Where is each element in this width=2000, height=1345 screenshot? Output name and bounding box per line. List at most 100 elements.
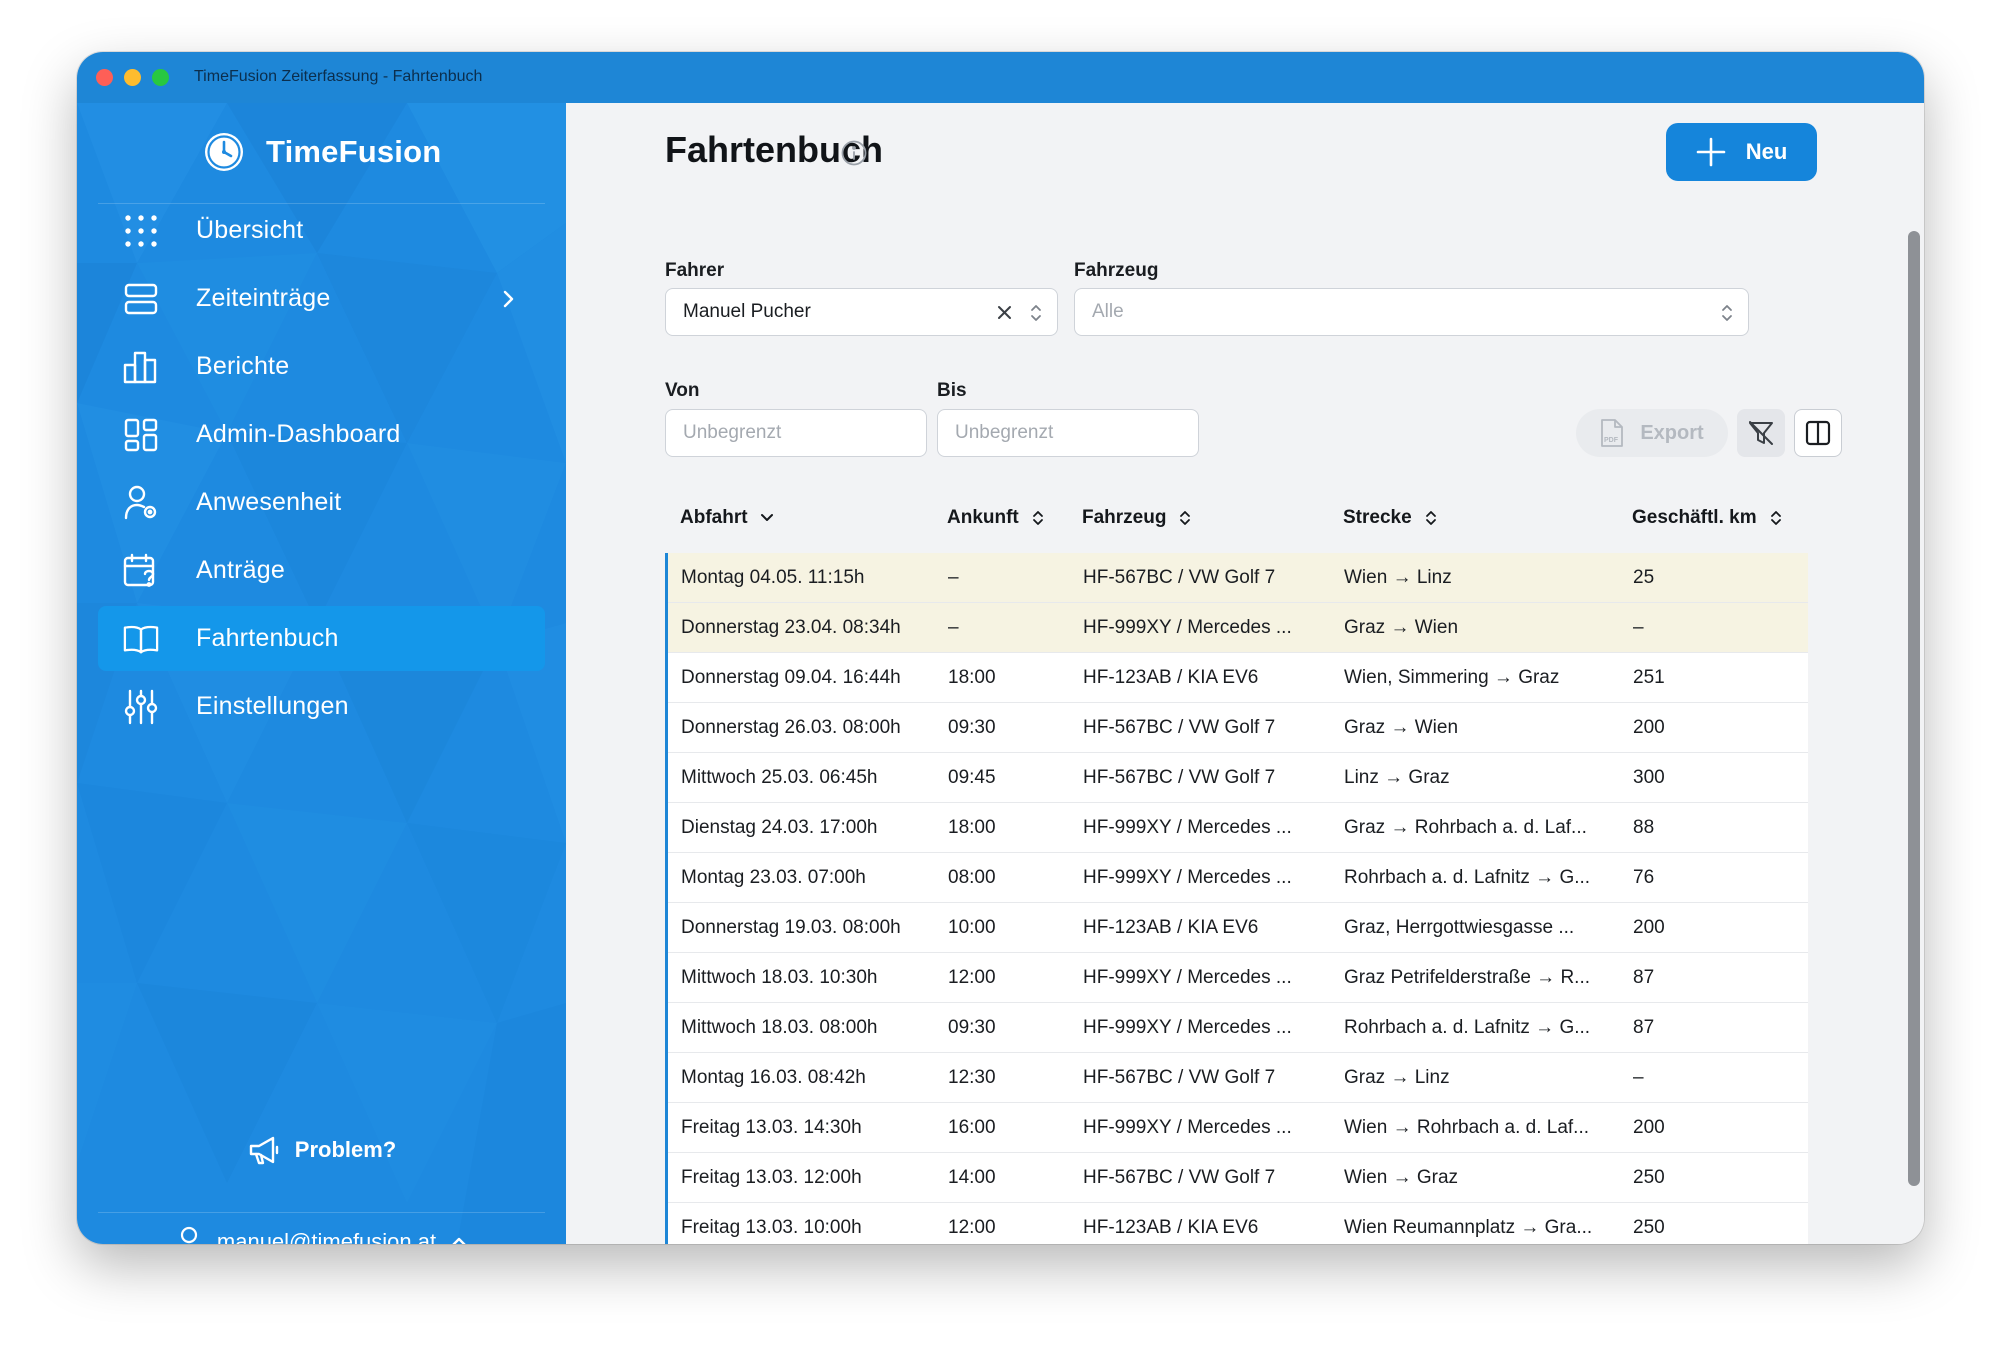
user-location-icon [123, 485, 159, 521]
table-row[interactable]: Montag 04.05. 11:15h – HF-567BC / VW Golf … [668, 553, 1808, 603]
table-row[interactable]: Mittwoch 18.03. 10:30h 12:00 HF-999XY / Me… [668, 953, 1808, 1003]
cell-fahrzeug: HF-999XY / Mercedes ... [1083, 1017, 1292, 1038]
table-row[interactable]: Donnerstag 19.03. 08:00h 10:00 HF-123AB / … [668, 903, 1808, 953]
user-menu[interactable]: manuel@timefusion.at [77, 1226, 566, 1244]
column-header-strecke[interactable]: Strecke [1343, 507, 1438, 529]
cell-ankunft: 18:00 [948, 667, 996, 688]
cell-fahrzeug: HF-567BC / VW Golf 7 [1083, 767, 1276, 788]
user-icon [180, 1226, 197, 1244]
sidebar-item-antraege[interactable]: Anträge [98, 538, 545, 603]
cell-strecke: Wien → Graz [1344, 1167, 1459, 1188]
table-row[interactable]: Mittwoch 25.03. 06:45h 09:45 HF-567BC / VW… [668, 753, 1808, 803]
bis-label: Bis [937, 380, 967, 401]
svg-text:PDF: PDF [1604, 437, 1619, 444]
window-title: TimeFusion Zeiterfassung - Fahrtenbuch [194, 68, 483, 85]
sidebar-item-anwesenheit[interactable]: Anwesenheit [98, 470, 545, 535]
cell-fahrzeug: HF-567BC / VW Golf 7 [1083, 717, 1276, 738]
user-email: manuel@timefusion.at [216, 1229, 437, 1244]
sidebar-item-label: Einstellungen [196, 692, 349, 720]
zoom-window-button[interactable] [152, 69, 169, 86]
sidebar-item-zeiteintraege[interactable]: Zeiteinträge [98, 266, 545, 331]
column-header-fahrzeug[interactable]: Fahrzeug [1082, 507, 1192, 529]
sidebar-nav: Übersicht Zeiteinträge Berichte Admin-Da… [98, 198, 545, 742]
info-icon[interactable] [841, 140, 867, 166]
fahrzeug-select[interactable]: Alle [1074, 288, 1749, 336]
cell-abfahrt: Mittwoch 25.03. 06:45h [681, 767, 878, 788]
minimize-window-button[interactable] [124, 69, 141, 86]
title-bar: TimeFusion Zeiterfassung - Fahrtenbuch [77, 52, 1924, 103]
chevron-right-icon [503, 290, 514, 307]
clear-filter-button[interactable] [1737, 409, 1785, 457]
von-label: Von [665, 380, 700, 401]
bis-date-input[interactable]: Unbegrenzt [937, 409, 1199, 457]
sidebar-item-label: Admin-Dashboard [196, 420, 401, 448]
sidebar-item-admin-dashboard[interactable]: Admin-Dashboard [98, 402, 545, 467]
table-row[interactable]: Donnerstag 23.04. 08:34h – HF-999XY / Merc… [668, 603, 1808, 653]
fahrer-label: Fahrer [665, 260, 725, 281]
table-row[interactable]: Freitag 13.03. 14:30h 16:00 HF-999XY / Mer… [668, 1103, 1808, 1153]
sidebar-item-einstellungen[interactable]: Einstellungen [98, 674, 545, 739]
problem-label: Problem? [294, 1137, 397, 1162]
columns-icon [1805, 420, 1831, 446]
table-row[interactable]: Freitag 13.03. 12:00h 14:00 HF-567BC / VW … [668, 1153, 1808, 1203]
cell-strecke: Graz Petrifelderstraße → R... [1344, 967, 1591, 988]
clear-icon[interactable] [996, 304, 1013, 321]
calendar-question-icon [123, 553, 159, 589]
cell-strecke: Linz → Graz [1344, 767, 1450, 788]
cell-abfahrt: Montag 23.03. 07:00h [681, 867, 866, 888]
column-header-ankunft[interactable]: Ankunft [947, 507, 1045, 529]
sort-desc-icon [760, 514, 773, 521]
sort-icon [1770, 511, 1781, 525]
column-header-abfahrt[interactable]: Abfahrt [680, 507, 774, 529]
fahrer-select[interactable]: Manuel Pucher [665, 288, 1058, 336]
cell-ankunft: 18:00 [948, 817, 996, 838]
cell-strecke: Rohrbach a. d. Lafnitz → G... [1344, 1017, 1591, 1038]
table-row[interactable]: Donnerstag 26.03. 08:00h 09:30 HF-567BC / … [668, 703, 1808, 753]
cell-fahrzeug: HF-999XY / Mercedes ... [1083, 967, 1292, 988]
cell-abfahrt: Freitag 13.03. 14:30h [681, 1117, 862, 1138]
vertical-scrollbar[interactable] [1908, 231, 1920, 1186]
close-window-button[interactable] [96, 69, 113, 86]
export-label: Export [1640, 421, 1704, 444]
cell-geschaeftl-km: 200 [1633, 717, 1665, 738]
main-content: Fahrtenbuch Neu Fahrer Manuel Pucher Fah… [566, 103, 1924, 1244]
table-row[interactable]: Montag 23.03. 07:00h 08:00 HF-999XY / Merc… [668, 853, 1808, 903]
cell-abfahrt: Donnerstag 09.04. 16:44h [681, 667, 901, 688]
chevron-updown-icon [1722, 305, 1732, 321]
clock-logo-icon [205, 133, 243, 171]
cell-abfahrt: Freitag 13.03. 10:00h [681, 1217, 862, 1238]
sliders-icon [123, 689, 159, 725]
cell-fahrzeug: HF-567BC / VW Golf 7 [1083, 1167, 1276, 1188]
table-row[interactable]: Montag 16.03. 08:42h 12:30 HF-567BC / VW G… [668, 1053, 1808, 1103]
app-window: TimeFusion Zeiterfassung - Fahrtenbuch T… [77, 52, 1924, 1244]
cell-strecke: Wien, Simmering → Graz [1344, 667, 1560, 688]
table-row[interactable]: Mittwoch 18.03. 08:00h 09:30 HF-999XY / Me… [668, 1003, 1808, 1053]
column-header-geschaeftl-km[interactable]: Geschäftl. km [1632, 507, 1783, 529]
sidebar-item-uebersicht[interactable]: Übersicht [98, 198, 545, 263]
fahrzeug-label: Fahrzeug [1074, 260, 1159, 281]
table-row[interactable]: Freitag 13.03. 10:00h 12:00 HF-123AB / KIA… [668, 1203, 1808, 1244]
cell-fahrzeug: HF-567BC / VW Golf 7 [1083, 567, 1276, 588]
table-row[interactable]: Donnerstag 09.04. 16:44h 18:00 HF-123AB / … [668, 653, 1808, 703]
cell-strecke: Graz, Herrgottwiesgasse ... [1344, 917, 1575, 938]
cell-ankunft: – [948, 567, 959, 588]
cell-abfahrt: Donnerstag 26.03. 08:00h [681, 717, 901, 738]
cell-abfahrt: Donnerstag 19.03. 08:00h [681, 917, 901, 938]
cell-geschaeftl-km: 300 [1633, 767, 1665, 788]
table-row[interactable]: Dienstag 24.03. 17:00h 18:00 HF-999XY / Me… [668, 803, 1808, 853]
cell-geschaeftl-km: – [1633, 1067, 1644, 1088]
export-button[interactable]: PDF Export [1576, 409, 1728, 457]
sidebar-divider [98, 1212, 545, 1213]
sidebar-item-fahrtenbuch[interactable]: Fahrtenbuch [98, 606, 545, 671]
cell-fahrzeug: HF-999XY / Mercedes ... [1083, 1117, 1292, 1138]
cell-geschaeftl-km: 250 [1633, 1217, 1665, 1238]
cell-abfahrt: Donnerstag 23.04. 08:34h [681, 617, 901, 638]
sidebar-item-label: Anträge [196, 556, 285, 584]
columns-toggle-button[interactable] [1794, 409, 1842, 457]
von-date-input[interactable]: Unbegrenzt [665, 409, 927, 457]
cell-abfahrt: Freitag 13.03. 12:00h [681, 1167, 862, 1188]
sort-icon [1032, 511, 1043, 525]
new-entry-button[interactable]: Neu [1666, 123, 1817, 181]
sidebar-item-berichte[interactable]: Berichte [98, 334, 545, 399]
report-problem-button[interactable]: Problem? [77, 1133, 566, 1167]
